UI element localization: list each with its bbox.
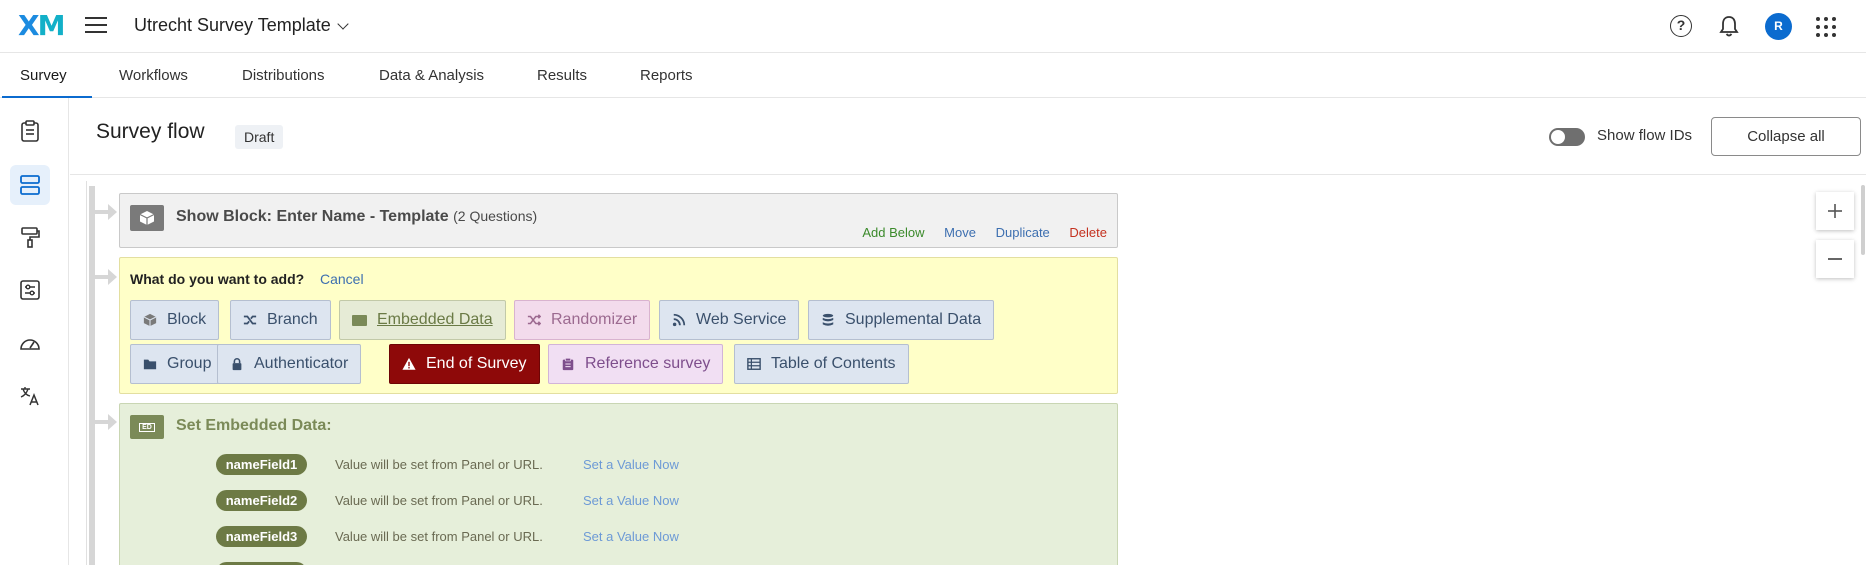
- embedded-field-name[interactable]: nameField1: [216, 454, 307, 475]
- block-question-count: (2 Questions): [453, 208, 538, 224]
- cancel-link[interactable]: Cancel: [320, 271, 364, 287]
- lock-icon: [232, 358, 242, 371]
- bell-icon[interactable]: [1718, 14, 1740, 38]
- divider: [70, 174, 1866, 175]
- top-bar: XM Utrecht Survey Template ? R: [0, 0, 1866, 53]
- zoom-in-button[interactable]: [1816, 192, 1854, 230]
- survey-flow-icon[interactable]: [10, 165, 50, 205]
- add-element-panel: What do you want to add? Cancel Block Br…: [119, 257, 1118, 394]
- list-icon: [747, 358, 761, 370]
- project-selector[interactable]: Utrecht Survey Template: [134, 15, 349, 36]
- flow-connector-line: [89, 186, 95, 565]
- branch-icon: [243, 315, 257, 325]
- page-title: Survey flow: [96, 120, 205, 143]
- embedded-field-desc: Value will be set from Panel or URL.: [335, 529, 543, 544]
- scrollbar[interactable]: [1861, 185, 1865, 255]
- add-group-button[interactable]: Group: [130, 344, 225, 384]
- main-tabs: Survey Workflows Distributions Data & An…: [0, 54, 1866, 98]
- ed-icon: [352, 314, 367, 326]
- tab-results[interactable]: Results: [537, 54, 587, 98]
- collapse-all-button[interactable]: Collapse all: [1711, 117, 1861, 156]
- shuffle-icon: [527, 314, 541, 326]
- cube-icon: [130, 205, 164, 231]
- toggle-label: Show flow IDs: [1597, 127, 1693, 144]
- add-end-of-survey-button[interactable]: End of Survey: [389, 344, 540, 384]
- xm-logo[interactable]: XM: [18, 9, 65, 42]
- paint-roller-icon[interactable]: [15, 222, 45, 252]
- embedded-field-desc: Value will be set from Panel or URL.: [335, 457, 543, 472]
- tab-survey[interactable]: Survey: [2, 54, 92, 98]
- left-rail: [0, 98, 69, 565]
- embedded-data-icon: ED: [130, 415, 164, 439]
- minus-icon: [1828, 258, 1842, 260]
- set-value-link[interactable]: Set a Value Now: [583, 457, 679, 472]
- add-reference-survey-button[interactable]: Reference survey: [548, 344, 724, 384]
- move-link[interactable]: Move: [944, 225, 976, 240]
- add-web-service-button[interactable]: Web Service: [659, 300, 800, 340]
- warning-icon: [402, 357, 416, 370]
- block-title-text: Show Block: Enter Name - Template: [176, 208, 449, 225]
- project-title: Utrecht Survey Template: [134, 15, 331, 35]
- tab-workflows[interactable]: Workflows: [119, 54, 188, 98]
- database-icon: [822, 313, 834, 326]
- tab-data-analysis[interactable]: Data & Analysis: [379, 54, 484, 98]
- set-value-link[interactable]: Set a Value Now: [583, 493, 679, 508]
- add-below-link[interactable]: Add Below: [862, 225, 924, 240]
- add-supplemental-data-button[interactable]: Supplemental Data: [808, 300, 995, 340]
- add-randomizer-button[interactable]: Randomizer: [514, 300, 651, 340]
- status-badge: Draft: [235, 125, 284, 149]
- clipboard-icon: [562, 357, 574, 371]
- help-icon[interactable]: ?: [1670, 15, 1692, 37]
- set-value-link[interactable]: Set a Value Now: [583, 529, 679, 544]
- embedded-field-name[interactable]: nameField2: [216, 490, 307, 511]
- add-table-of-contents-button[interactable]: Table of Contents: [734, 344, 909, 384]
- add-question-label: What do you want to add?: [130, 271, 305, 287]
- embedded-field-name[interactable]: nameField3: [216, 526, 307, 547]
- show-block-element[interactable]: Show Block: Enter Name - Template (2 Que…: [119, 193, 1118, 248]
- plus-icon: [1828, 204, 1842, 218]
- delete-link[interactable]: Delete: [1069, 225, 1107, 240]
- duplicate-link[interactable]: Duplicate: [996, 225, 1050, 240]
- show-flow-ids-toggle[interactable]: [1549, 128, 1585, 146]
- embedded-field-desc: Value will be set from Panel or URL.: [335, 493, 543, 508]
- chevron-down-icon: [337, 17, 349, 30]
- rss-icon: [672, 313, 686, 327]
- translate-icon[interactable]: [15, 381, 45, 411]
- avatar[interactable]: R: [1765, 13, 1792, 40]
- gauge-icon[interactable]: [15, 328, 45, 358]
- tab-reports[interactable]: Reports: [640, 54, 693, 98]
- flow-edge: [86, 181, 87, 565]
- sliders-icon[interactable]: [15, 275, 45, 305]
- tab-distributions[interactable]: Distributions: [242, 54, 325, 98]
- menu-icon[interactable]: [85, 17, 107, 35]
- flow-arrow-icon: [95, 269, 117, 285]
- add-branch-button[interactable]: Branch: [230, 300, 331, 340]
- clipboard-icon[interactable]: [15, 116, 45, 146]
- zoom-out-button[interactable]: [1816, 240, 1854, 278]
- add-authenticator-button[interactable]: Authenticator: [217, 344, 362, 384]
- embedded-data-title: Set Embedded Data:: [176, 417, 332, 434]
- add-block-button[interactable]: Block: [130, 300, 220, 340]
- flow-arrow-icon: [95, 204, 117, 220]
- block-title: Show Block: Enter Name - Template (2 Que…: [176, 208, 537, 226]
- add-embedded-data-button[interactable]: Embedded Data: [339, 300, 506, 340]
- embedded-data-element[interactable]: ED Set Embedded Data: nameField1 Value w…: [119, 403, 1118, 565]
- flow-arrow-icon: [95, 414, 117, 430]
- apps-grid-icon[interactable]: [1816, 17, 1836, 37]
- cube-icon: [143, 313, 157, 327]
- folder-icon: [143, 359, 157, 370]
- block-actions: Add Below Move Duplicate Delete: [846, 225, 1107, 240]
